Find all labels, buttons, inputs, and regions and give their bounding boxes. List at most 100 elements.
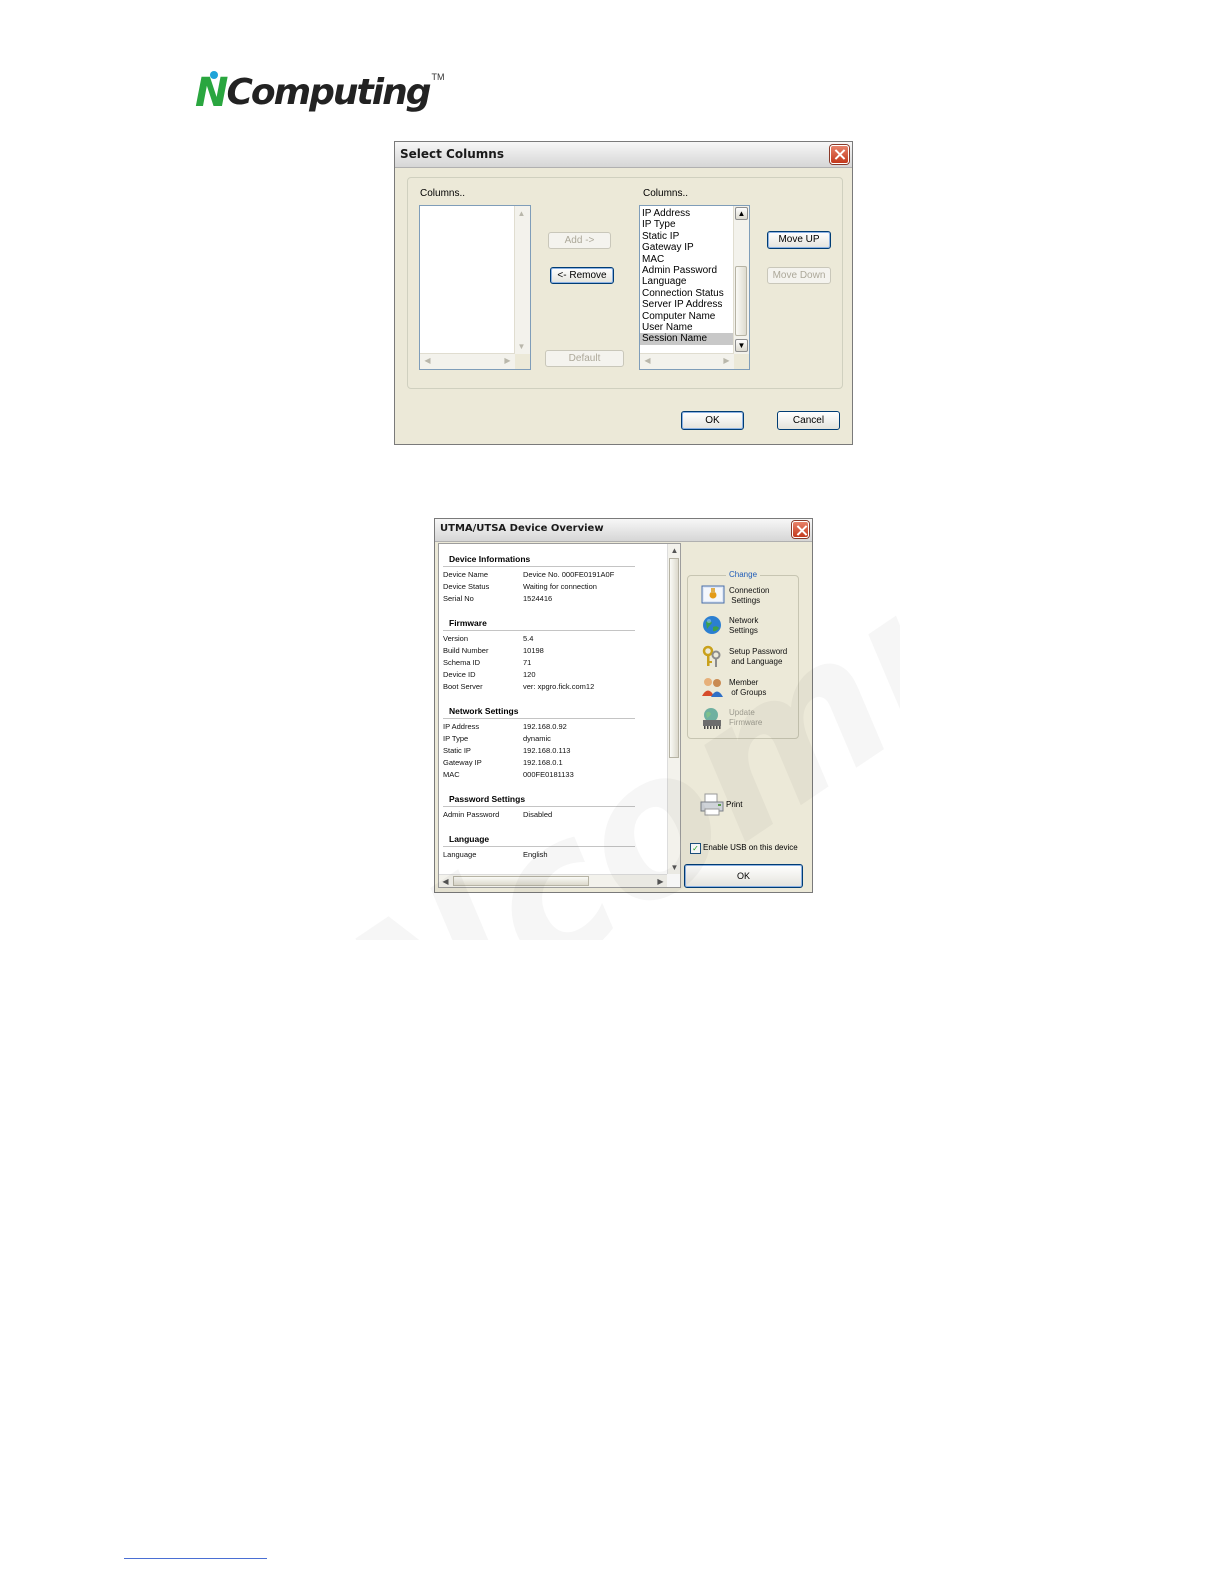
scroll-down-icon[interactable]: ▼ [735,339,748,352]
list-item[interactable]: MAC [640,254,734,265]
scroll-up-icon[interactable]: ▲ [668,544,680,557]
vertical-scrollbar[interactable]: ▲ ▼ [514,206,530,354]
info-label: IP Address [443,722,480,731]
available-columns-list[interactable]: ▲ ▼ ◀ ▶ [419,205,531,370]
section-divider [443,566,635,567]
dialog-titlebar: Select Columns [395,142,852,168]
close-icon[interactable] [830,145,849,164]
scroll-right-icon[interactable]: ▶ [654,875,667,887]
ncomputing-logo: N Computing TM [195,68,445,113]
groups-label-2: of Groups [731,688,767,697]
dialog-title: UTMA/UTSA Device Overview [440,523,604,534]
cancel-button[interactable]: Cancel [777,411,840,430]
list-item[interactable]: User Name [640,322,734,333]
print-label: Print [726,800,743,809]
list-item[interactable]: Admin Password [640,265,734,276]
checkbox-icon[interactable]: ✓ [690,843,701,854]
list-item[interactable]: Gateway IP [640,242,734,253]
scroll-left-icon[interactable]: ◀ [421,354,434,367]
info-value: 71 [523,658,532,667]
list-item[interactable]: Session Name [640,333,734,345]
info-value: 000FE0181133 [523,770,574,779]
footnote-divider [124,1558,267,1559]
info-value: 10198 [523,646,544,655]
setup-password-action[interactable]: Setup Password and Language [701,645,801,671]
info-label: Build Number [443,646,489,655]
available-columns-label: Columns.. [420,188,466,199]
enable-usb-checkbox[interactable]: ✓ Enable USB on this device [690,843,810,855]
list-item[interactable]: Computer Name [640,311,734,322]
info-label: Version [443,634,469,643]
horizontal-scrollbar[interactable]: ◀ ▶ [420,353,515,369]
visible-columns-list[interactable]: IP Address IP Type Static IP Gateway IP MAC A… [639,205,750,370]
horizontal-scrollbar[interactable]: ◀ ▶ [640,353,734,369]
device-info-panel: Device Informations Device Name Device No.… [438,543,681,888]
network-settings-action[interactable]: Network Settings [701,614,801,640]
info-label: MAC [443,770,460,779]
section-divider [443,718,635,719]
section-heading: Network Settings [449,706,519,716]
remove-button[interactable]: <- Remove [550,267,614,284]
info-value: 192.168.0.113 [523,746,571,755]
groups-label-1: Member [729,678,759,687]
info-value: Disabled [523,810,553,819]
horizontal-scrollbar[interactable]: ◀ ▶ [439,874,667,887]
keys-icon [701,645,723,667]
scroll-up-icon[interactable]: ▲ [735,207,748,220]
scroll-down-icon[interactable]: ▼ [515,340,528,353]
scroll-right-icon[interactable]: ▶ [501,354,514,367]
dialog-title: Select Columns [400,147,504,161]
scroll-thumb[interactable] [735,266,747,336]
scroll-thumb[interactable] [669,558,679,758]
scroll-left-icon[interactable]: ◀ [641,354,654,367]
scroll-up-icon[interactable]: ▲ [515,207,528,220]
list-item[interactable]: IP Type [640,219,734,230]
change-group: Change Connection Settings Network Settin… [687,570,801,739]
ok-button[interactable]: OK [681,411,744,430]
member-of-groups-action[interactable]: Member of Groups [701,676,801,702]
move-down-button[interactable]: Move Down [767,267,831,284]
info-value: English [523,850,548,859]
info-label: Device Status [443,582,490,591]
vertical-scrollbar[interactable]: ▲ ▼ [733,206,749,354]
list-item[interactable]: IP Address [640,208,734,219]
dialog-titlebar: UTMA/UTSA Device Overview [435,519,812,542]
list-item[interactable]: Server IP Address [640,299,734,310]
list-item[interactable]: Connection Status [640,288,734,299]
scroll-thumb[interactable] [453,876,589,886]
info-value: dynamic [523,734,551,743]
info-label: IP Type [443,734,469,743]
password-label-2: and Language [731,657,783,666]
section-heading: Device Informations [449,554,531,564]
vertical-scrollbar[interactable]: ▲ ▼ [667,544,680,874]
connection-label-1: Connection [729,586,770,595]
firmware-label-1: Update [729,708,755,717]
scroll-right-icon[interactable]: ▶ [720,354,733,367]
device-overview-dialog: UTMA/UTSA Device Overview Device Informa… [434,518,813,893]
select-columns-dialog: Select Columns Columns.. Columns.. ▲ ▼ ◀… [394,141,853,445]
section-divider [443,630,635,631]
enable-usb-label: Enable USB on this device [703,843,798,852]
info-label: Static IP [443,746,471,755]
logo-dot [210,71,218,79]
network-label-1: Network [729,616,759,625]
list-item[interactable]: Static IP [640,231,734,242]
scroll-left-icon[interactable]: ◀ [439,875,452,887]
connection-settings-action[interactable]: Connection Settings [701,584,801,610]
info-value: 192.168.0.1 [523,758,563,767]
ok-button[interactable]: OK [684,864,803,888]
default-button[interactable]: Default [545,350,624,367]
firmware-label-2: Firmware [729,718,763,727]
users-icon [701,676,723,698]
list-item[interactable]: Language [640,276,734,287]
add-button[interactable]: Add -> [548,232,611,249]
update-firmware-action[interactable]: Update Firmware [701,706,801,732]
close-icon[interactable] [792,521,809,538]
scroll-down-icon[interactable]: ▼ [668,861,680,874]
info-label: Device ID [443,670,476,679]
move-up-button[interactable]: Move UP [767,231,831,249]
globe-icon [701,614,723,636]
info-value: 1524416 [523,594,553,603]
print-action[interactable]: Print [699,793,779,819]
network-label-2: Settings [729,626,758,635]
